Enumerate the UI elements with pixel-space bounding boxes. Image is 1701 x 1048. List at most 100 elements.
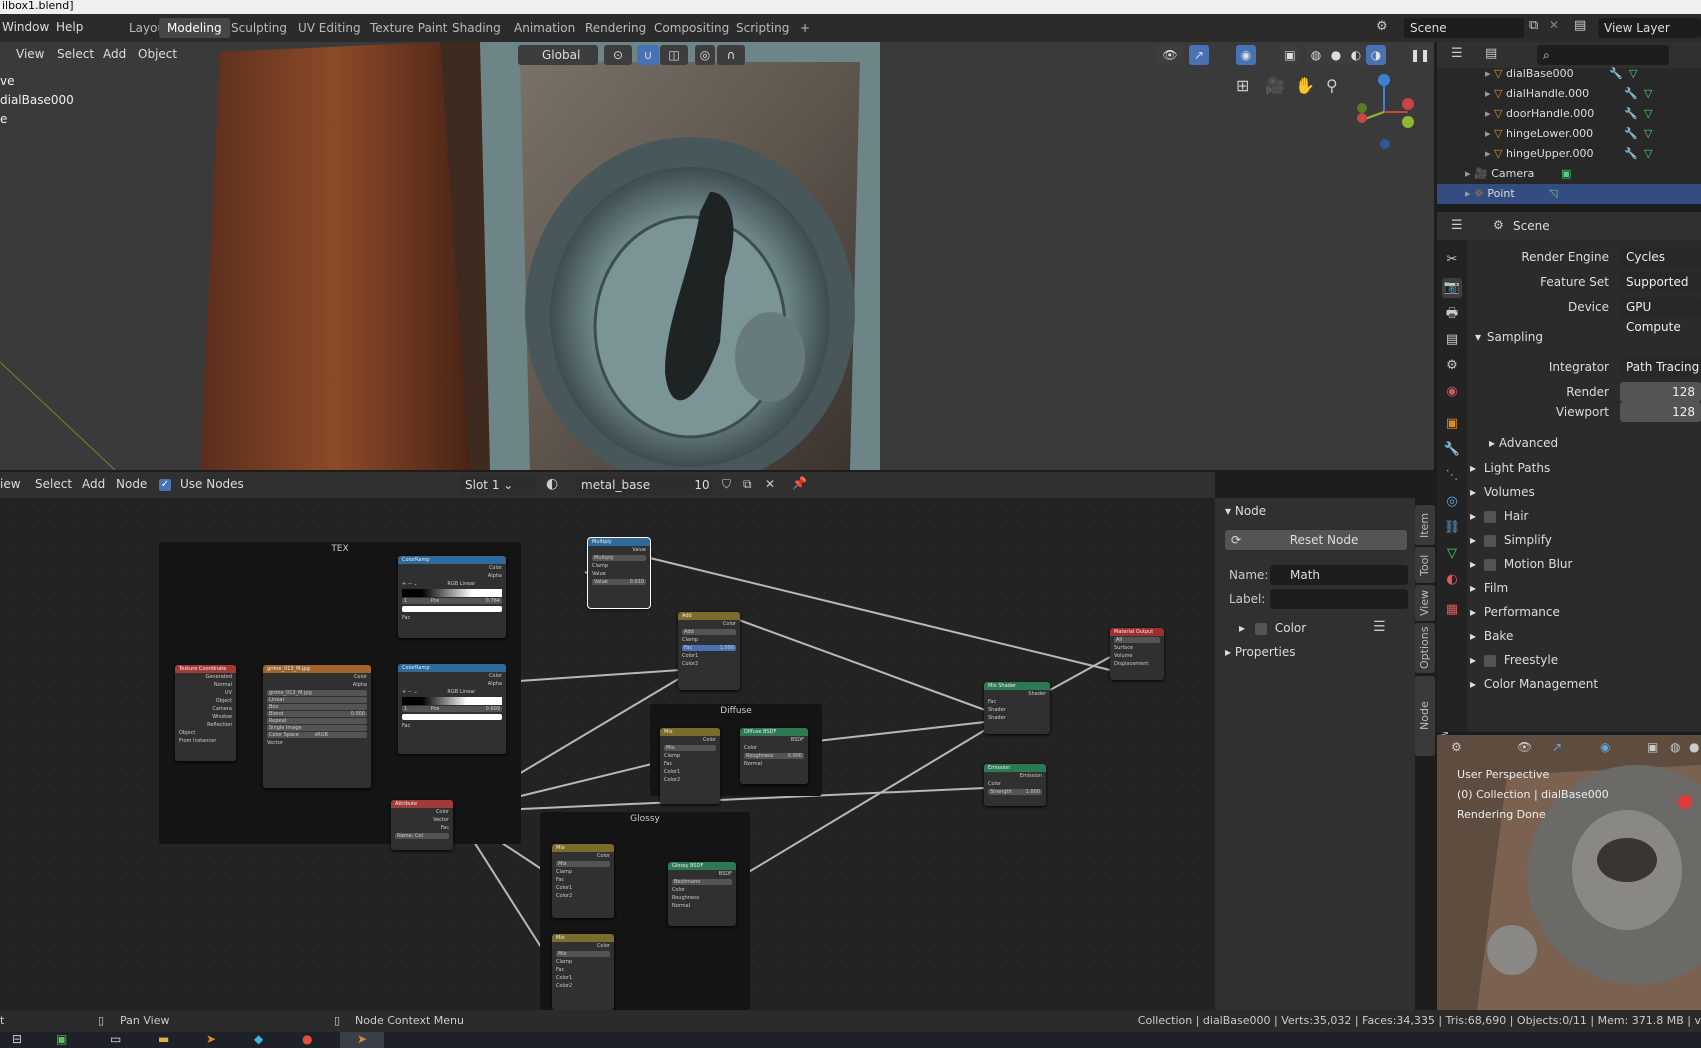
data-tab-icon[interactable]: ▽ — [1442, 544, 1462, 564]
modifier-tab-icon[interactable]: 🔧 — [1442, 440, 1462, 460]
tab-sculpting[interactable]: Sculpting — [223, 18, 295, 38]
add-workspace-button[interactable]: + — [792, 18, 818, 38]
shading-material-icon[interactable]: ◐ — [1346, 45, 1366, 65]
image-file-field[interactable]: grime_013_M.jpg — [267, 690, 367, 696]
freestyle-checkbox[interactable] — [1483, 654, 1496, 667]
tab-scripting[interactable]: Scripting — [728, 18, 797, 38]
roughness-field[interactable]: Roughness 0.000 — [744, 753, 804, 759]
value-field[interactable]: Value 0.010 — [592, 579, 646, 585]
gizmo-icon[interactable]: ↗ — [1189, 45, 1209, 65]
properties-panel-header[interactable]: ▸ Properties — [1225, 645, 1296, 659]
outliner-item[interactable]: ▸ ▽ dialHandle.000 🔧 ▽ — [1437, 84, 1701, 104]
section-motion-blur[interactable]: ▸ Motion Blur — [1470, 557, 1572, 571]
section-light-paths[interactable]: ▸ Light Paths — [1470, 461, 1550, 475]
blend-mode-dropdown[interactable]: Mix — [556, 861, 610, 867]
viewport-menu-select[interactable]: Select — [57, 47, 94, 61]
transform-orientation-dropdown[interactable]: Global — [518, 45, 598, 65]
tab-uv-editing[interactable]: UV Editing — [290, 18, 369, 38]
display-mode-icon[interactable]: ▤ — [1485, 46, 1497, 61]
ramp-position-field[interactable]: 1 Pos 0.764 — [402, 598, 502, 604]
node-glossy-bsdf[interactable]: Glossy BSDF BSDF Beckmann Color Roughnes… — [668, 862, 736, 926]
visibility-icon[interactable]: 👁 — [1517, 740, 1532, 754]
camera-icon[interactable]: 🎥 — [1265, 76, 1285, 95]
tab-shading[interactable]: Shading — [444, 18, 509, 38]
outliner-item[interactable]: ▸ ▽ hingeLower.000 🔧 ▽ — [1437, 124, 1701, 144]
viewport-menu-add[interactable]: Add — [103, 47, 126, 61]
viewport-menu-view[interactable]: View — [16, 47, 44, 61]
tool-tab-icon[interactable]: ✂ — [1442, 250, 1462, 270]
snap-target-icon[interactable]: ◫ — [660, 45, 688, 65]
node-image-texture[interactable]: grime_013_M.jpg Color Alpha grime_013_M.… — [263, 665, 371, 788]
menu-window[interactable]: Window — [2, 20, 49, 34]
outliner-search-input[interactable]: ⌕ — [1537, 45, 1669, 65]
node-label-field[interactable] — [1270, 589, 1408, 609]
blend-field[interactable]: Blend 0.000 — [267, 711, 367, 717]
snap-icon[interactable]: ∪ — [637, 45, 659, 65]
section-performance[interactable]: ▸ Performance — [1470, 605, 1560, 619]
scene-selector[interactable]: Scene — [1404, 18, 1524, 38]
color-space-dropdown[interactable]: Color Space sRGB — [267, 732, 367, 738]
ramp-color-swatch[interactable] — [402, 714, 502, 720]
target-dropdown[interactable]: All — [1114, 637, 1160, 643]
clamp-checkbox[interactable]: Clamp — [660, 752, 720, 760]
shading-wireframe-icon[interactable]: ◍ — [1670, 740, 1680, 754]
section-hair[interactable]: ▸ Hair — [1470, 509, 1529, 523]
pivot-point-icon[interactable]: ⊙ — [604, 45, 632, 65]
interpolation-dropdown[interactable]: Linear — [267, 697, 367, 703]
sidebar-tab-item[interactable]: Item — [1415, 505, 1435, 545]
node-mix-glossy-1[interactable]: Mix Color Mix Clamp Fac Color1 Color2 — [552, 844, 614, 918]
ramp-gradient[interactable] — [402, 697, 502, 705]
falloff-icon[interactable]: ∩ — [717, 45, 745, 65]
overlays-icon[interactable]: ◉ — [1236, 45, 1256, 65]
clamp-checkbox[interactable]: Clamp — [678, 636, 740, 644]
device-dropdown[interactable]: GPU Compute — [1620, 297, 1701, 334]
section-film[interactable]: ▸ Film — [1470, 581, 1508, 595]
render-engine-dropdown[interactable]: Cycles — [1620, 247, 1701, 267]
section-simplify[interactable]: ▸ Simplify — [1470, 533, 1552, 547]
proportional-edit-icon[interactable]: ◎ — [695, 45, 715, 65]
taskbar-icon[interactable]: ➤ — [206, 1032, 216, 1046]
render-samples-field[interactable]: 128 — [1620, 382, 1701, 402]
sidebar-tab-tool[interactable]: Tool — [1415, 547, 1435, 583]
operation-dropdown[interactable]: Multiply — [592, 555, 646, 561]
reset-node-button[interactable]: ⟳ Reset Node — [1225, 530, 1407, 550]
tab-rendering[interactable]: Rendering — [577, 18, 654, 38]
node-mix-glossy-2[interactable]: Mix Color Mix Clamp Fac Color1 Color2 — [552, 934, 614, 1010]
sidebar-tab-node-wrangler[interactable]: Node Wrangler — [1415, 676, 1451, 756]
outliner-item[interactable]: ▸ 🎥 Camera ▣ — [1437, 164, 1701, 184]
output-tab-icon[interactable]: 🖶 — [1442, 304, 1462, 324]
node-mix-shader[interactable]: Mix Shader Shader Fac Shader Shader — [984, 682, 1050, 734]
render-preview-viewport[interactable]: ⚙ 👁 ↗ ◉ ▣ ◍ ● User Perspective (0) Colle… — [1437, 735, 1701, 1010]
color-toggle[interactable]: ▸ Color — [1239, 621, 1306, 635]
node-color-ramp-1[interactable]: ColorRamp Color Alpha + − ⌄ RGB Linear 1… — [398, 556, 506, 638]
shading-solid-icon[interactable]: ● — [1689, 740, 1699, 754]
visibility-icon[interactable]: 👁 — [1156, 45, 1184, 65]
object-field-label[interactable]: Object — [175, 729, 236, 737]
section-color-management[interactable]: ▸ Color Management — [1470, 677, 1598, 691]
sampling-panel-header[interactable]: ▾ Sampling — [1475, 330, 1543, 344]
taskbar-icon[interactable]: ▣ — [56, 1032, 67, 1046]
feature-set-dropdown[interactable]: Supported — [1620, 272, 1701, 292]
advanced-panel-header[interactable]: ▸ Advanced — [1489, 436, 1558, 450]
from-instancer-checkbox[interactable]: From Instancer — [175, 737, 236, 745]
section-bake[interactable]: ▸ Bake — [1470, 629, 1513, 643]
overlays-icon[interactable]: ◉ — [1600, 740, 1610, 754]
zoom-icon[interactable]: ⚲ — [1326, 76, 1338, 95]
xray-icon[interactable]: ▣ — [1281, 45, 1299, 65]
blend-mode-dropdown[interactable]: Add — [682, 629, 736, 635]
world-tab-icon[interactable]: ◉ — [1442, 382, 1462, 402]
distribution-dropdown[interactable]: Beckmann — [672, 879, 732, 885]
taskbar-icon[interactable]: ⊟ — [12, 1032, 22, 1046]
shading-solid-icon[interactable]: ● — [1326, 45, 1346, 65]
section-freestyle[interactable]: ▸ Freestyle — [1470, 653, 1558, 667]
outliner-item[interactable]: ▸ ▽ doorHandle.000 🔧 ▽ — [1437, 104, 1701, 124]
new-scene-icon[interactable]: ⧉ — [1529, 18, 1538, 33]
viewport-samples-field[interactable]: 128 — [1620, 402, 1701, 422]
sidebar-tab-options[interactable]: Options — [1415, 623, 1435, 673]
sidebar-tab-view[interactable]: View — [1415, 585, 1435, 621]
toggle-camera-view-icon[interactable]: ⊞ — [1236, 76, 1249, 95]
tab-compositing[interactable]: Compositing — [646, 18, 737, 38]
outliner-item[interactable]: ▸ ▽ dialBase000 🔧 ▽ — [1437, 64, 1701, 84]
projection-dropdown[interactable]: Box — [267, 704, 367, 710]
shading-wireframe-icon[interactable]: ◍ — [1306, 45, 1326, 65]
